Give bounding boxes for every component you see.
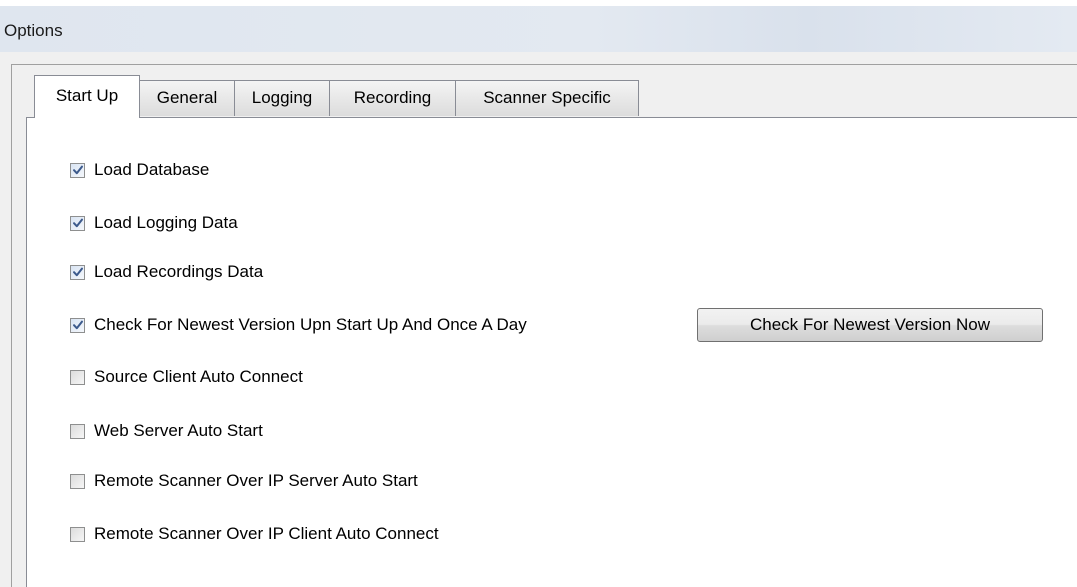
checkbox-load-recordings-data[interactable] <box>70 264 85 280</box>
tab-scanner-specific[interactable]: Scanner Specific <box>455 80 639 116</box>
checkbox-source-client-auto-connect[interactable] <box>70 369 85 385</box>
option-load-database[interactable]: Load Database <box>70 157 209 183</box>
option-label: Web Server Auto Start <box>94 421 263 440</box>
checkbox-load-database[interactable] <box>70 162 85 178</box>
checkbox-web-server-auto-start[interactable] <box>70 423 85 439</box>
option-remote-scanner-server-auto-start[interactable]: Remote Scanner Over IP Server Auto Start <box>70 468 418 494</box>
option-web-server-auto-start[interactable]: Web Server Auto Start <box>70 418 263 444</box>
option-check-newest-version[interactable]: Check For Newest Version Upn Start Up An… <box>70 312 527 338</box>
check-mark-icon <box>73 320 83 329</box>
option-label: Remote Scanner Over IP Client Auto Conne… <box>94 524 439 543</box>
checkbox-remote-scanner-client-auto-connect[interactable] <box>70 526 85 542</box>
tab-logging[interactable]: Logging <box>234 80 330 116</box>
option-label: Remote Scanner Over IP Server Auto Start <box>94 471 418 490</box>
option-label: Load Recordings Data <box>94 262 264 281</box>
checkbox-load-logging-data[interactable] <box>70 215 85 231</box>
checkbox-check-newest-version[interactable] <box>70 317 85 333</box>
option-remote-scanner-client-auto-connect[interactable]: Remote Scanner Over IP Client Auto Conne… <box>70 521 439 547</box>
check-mark-icon <box>73 218 83 227</box>
option-label: Source Client Auto Connect <box>94 367 303 386</box>
tab-recording[interactable]: Recording <box>329 80 456 116</box>
tab-label: Logging <box>251 88 313 107</box>
window-title: Options <box>4 21 63 40</box>
option-load-recordings-data[interactable]: Load Recordings Data <box>70 259 263 285</box>
tab-general[interactable]: General <box>139 80 235 116</box>
option-source-client-auto-connect[interactable]: Source Client Auto Connect <box>70 364 303 390</box>
check-mark-icon <box>73 165 83 174</box>
tab-label: Recording <box>353 88 432 107</box>
dialog-client-area: Start Up General Logging Recording Scann… <box>0 52 1077 587</box>
option-label: Load Logging Data <box>94 213 238 232</box>
tab-label: Scanner Specific <box>483 88 611 107</box>
check-mark-icon <box>73 267 83 276</box>
option-load-logging-data[interactable]: Load Logging Data <box>70 210 238 236</box>
option-label: Load Database <box>94 160 210 179</box>
tab-start-up[interactable]: Start Up <box>34 75 140 118</box>
options-window: Options Start Up General Logging Recordi… <box>0 0 1077 587</box>
start-up-tab-page <box>26 117 1077 587</box>
tab-label: General <box>156 88 218 107</box>
option-label: Check For Newest Version Upn Start Up An… <box>94 315 527 334</box>
title-bar[interactable]: Options <box>0 6 1077 52</box>
checkbox-remote-scanner-server-auto-start[interactable] <box>70 473 85 489</box>
tab-label: Start Up <box>55 86 119 105</box>
check-newest-version-now-button[interactable]: Check For Newest Version Now <box>697 308 1043 342</box>
